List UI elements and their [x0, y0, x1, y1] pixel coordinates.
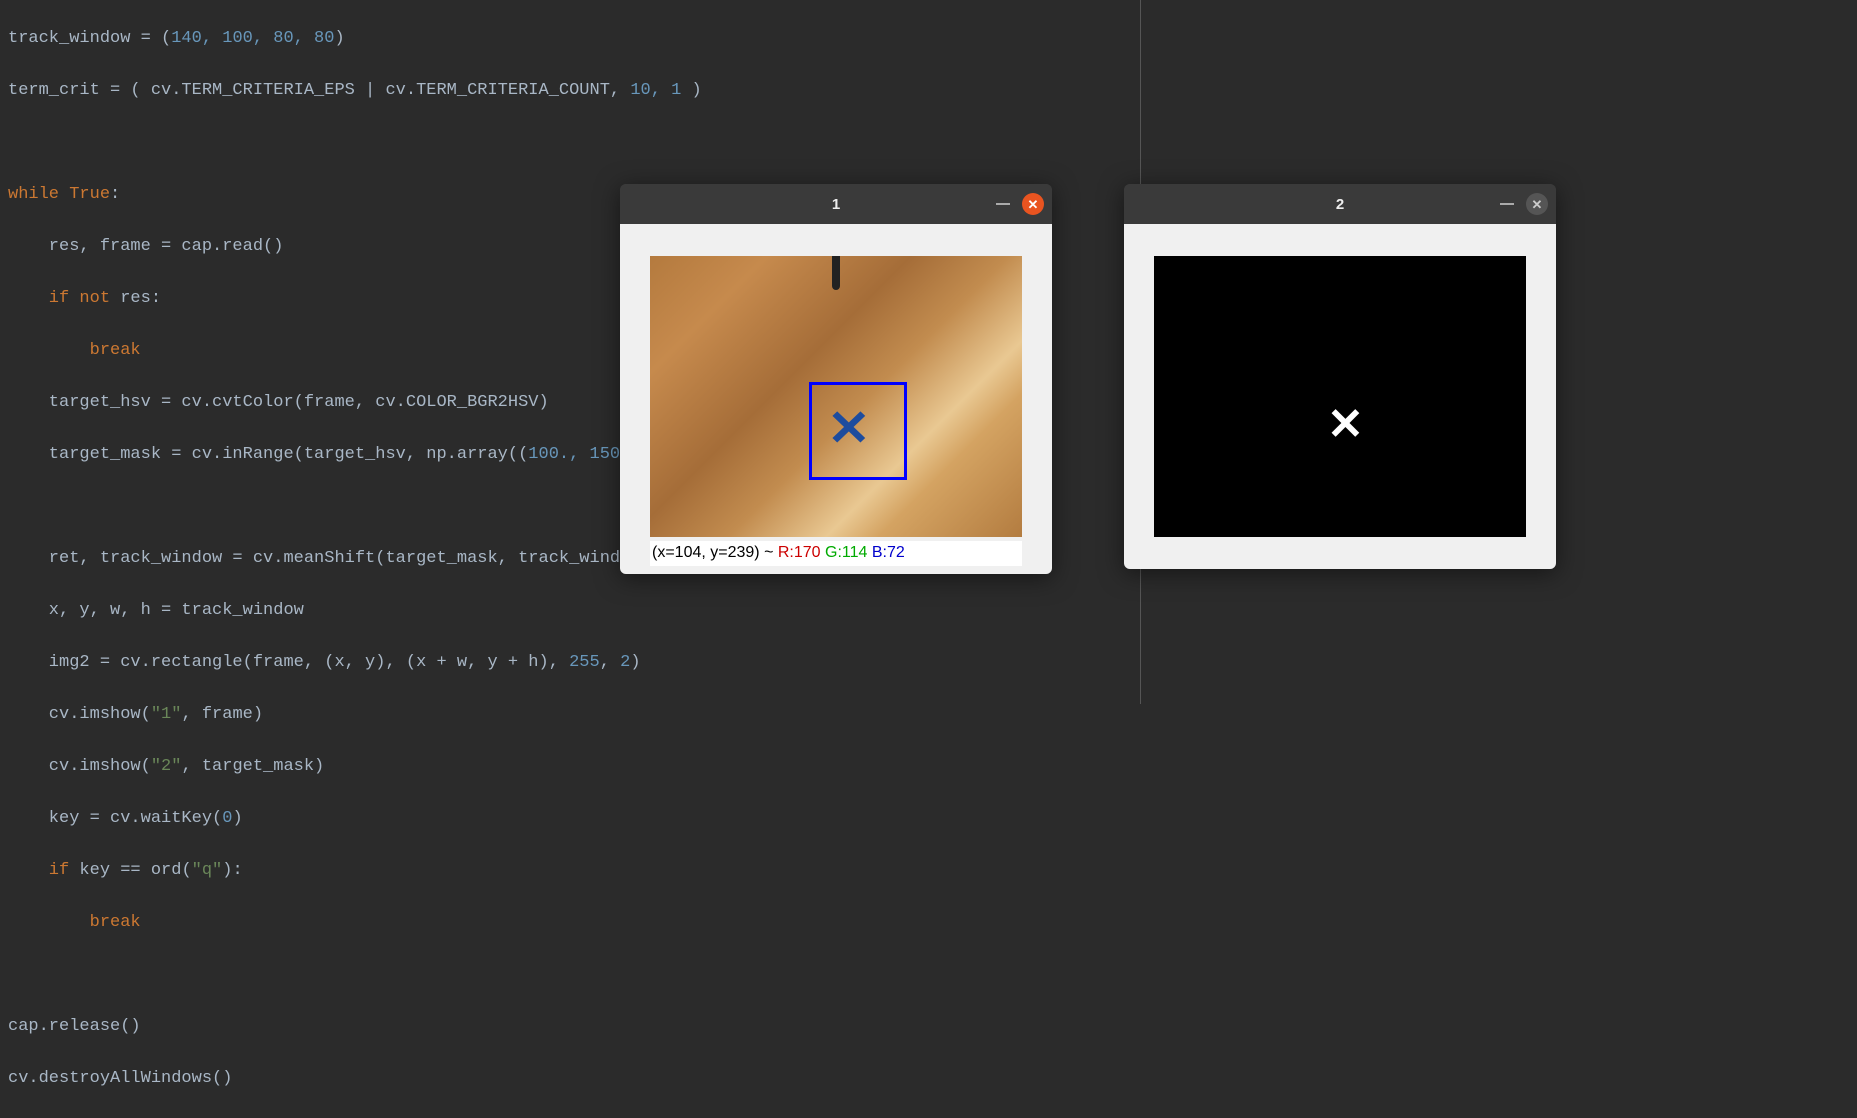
titlebar-2[interactable]: 2 ✕	[1124, 184, 1556, 224]
close-button[interactable]: ✕	[1022, 193, 1044, 215]
close-icon: ✕	[1028, 198, 1039, 211]
image-canvas-1[interactable]: ✕ (x=104, y=239) ~ R:170 G:114 B:72	[620, 224, 1052, 574]
close-button[interactable]: ✕	[1526, 193, 1548, 215]
image-canvas-2[interactable]: ✕	[1124, 224, 1556, 569]
image-window-1[interactable]: 1 ✕ ✕ (x=104, y=239) ~ R:170 G:114 B:72	[620, 184, 1052, 574]
mask-target-x: ✕	[1327, 399, 1364, 450]
image-window-2[interactable]: 2 ✕ ✕	[1124, 184, 1556, 569]
tracked-target-x: ✕	[827, 401, 871, 458]
window-title-1: 1	[832, 196, 840, 213]
minimize-icon[interactable]	[1500, 203, 1514, 205]
cable-shape	[832, 256, 840, 290]
window-title-2: 2	[1336, 196, 1344, 213]
close-icon: ✕	[1532, 198, 1543, 211]
titlebar-1[interactable]: 1 ✕	[620, 184, 1052, 224]
minimize-icon[interactable]	[996, 203, 1010, 205]
mask-frame-image: ✕	[1154, 256, 1526, 537]
pixel-status-bar: (x=104, y=239) ~ R:170 G:114 B:72	[650, 541, 1022, 566]
